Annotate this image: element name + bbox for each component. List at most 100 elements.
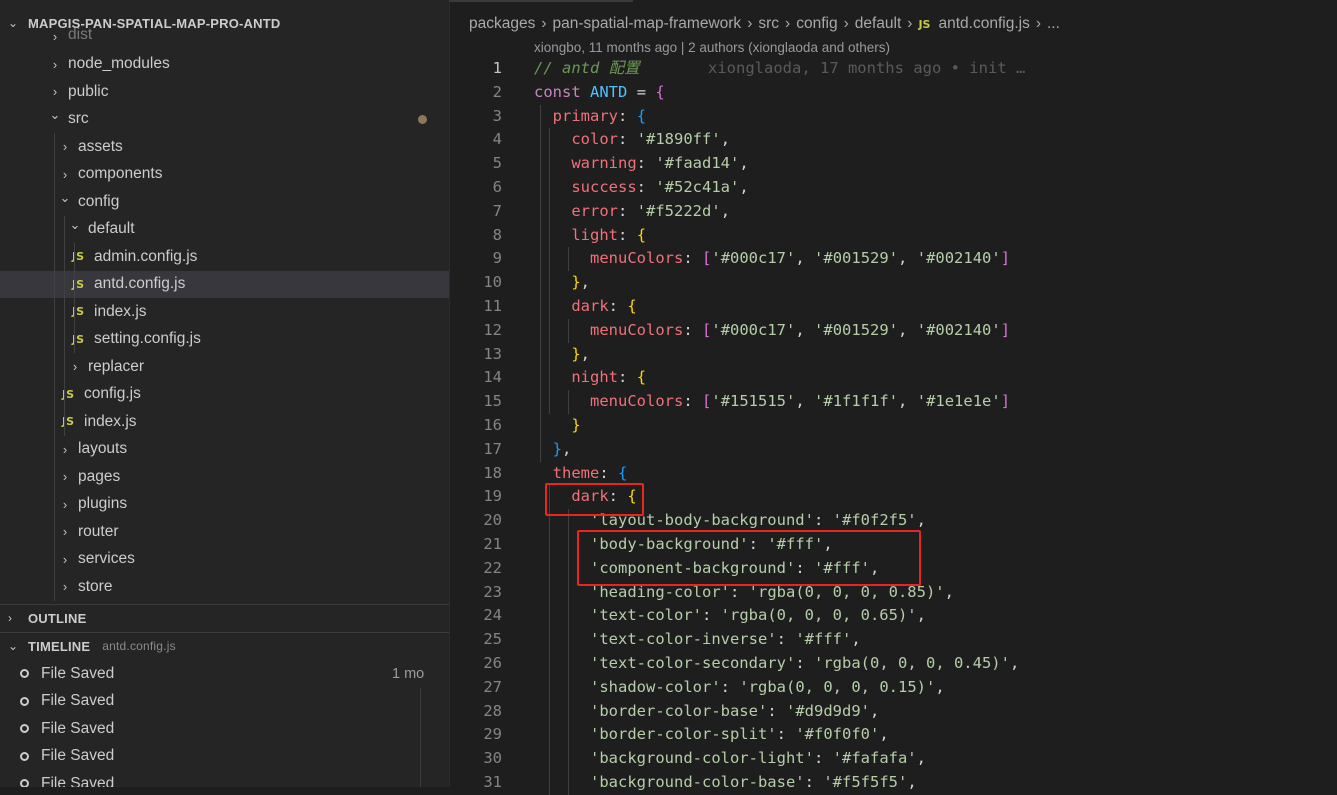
tree-item[interactable]: JS index.js bbox=[0, 298, 449, 325]
code-line[interactable]: 6 success: '#52c41a', bbox=[450, 176, 1337, 200]
code-line-text: 'text-color-inverse': '#fff', bbox=[590, 630, 861, 649]
code-line[interactable]: 9 menuColors: ['#000c17', '#001529', '#0… bbox=[450, 247, 1337, 271]
timeline-entry-label: File Saved bbox=[41, 719, 115, 737]
code-line[interactable]: 25 'text-color-inverse': '#fff', bbox=[450, 628, 1337, 652]
tab-indicator bbox=[449, 0, 633, 2]
line-number: 28 bbox=[483, 701, 502, 720]
tree-item[interactable]: JS index.js bbox=[0, 408, 449, 435]
code-line-text: 'shadow-color': 'rgba(0, 0, 0, 0.15)', bbox=[590, 677, 945, 696]
chevron-right-icon: › bbox=[62, 551, 68, 567]
tree-item[interactable]: JS config.js bbox=[0, 381, 449, 408]
code-line[interactable]: 7 error: '#f5222d', bbox=[450, 200, 1337, 224]
line-number: 16 bbox=[483, 415, 502, 434]
code-line[interactable]: 1 // antd 配置 xionglaoda, 17 months ago • i… bbox=[450, 57, 1337, 81]
code-editor[interactable]: 1 // antd 配置 xionglaoda, 17 months ago • i… bbox=[450, 57, 1337, 795]
code-line[interactable]: 26 'text-color-secondary': 'rgba(0, 0, 0… bbox=[450, 652, 1337, 676]
chevron-right-icon: › bbox=[62, 496, 68, 512]
code-line-text: error: '#f5222d', bbox=[571, 201, 731, 220]
commit-circle-icon bbox=[20, 779, 29, 787]
code-line[interactable]: 16 } bbox=[450, 414, 1337, 438]
code-line[interactable]: 27 'shadow-color': 'rgba(0, 0, 0, 0.15)'… bbox=[450, 676, 1337, 700]
breadcrumb: packages › pan-spatial-map-framework › src › c… bbox=[469, 12, 1060, 36]
tree-item[interactable]: ⌄ config bbox=[0, 188, 449, 215]
indent-guide bbox=[74, 243, 75, 353]
code-line[interactable]: 8 light: { bbox=[450, 224, 1337, 248]
code-line-text: 'background-color-light': '#fafafa', bbox=[590, 749, 926, 768]
line-number: 30 bbox=[483, 749, 502, 768]
breadcrumb-item[interactable]: src bbox=[758, 15, 779, 33]
tree-item-label: replacer bbox=[88, 357, 144, 375]
line-number: 25 bbox=[483, 630, 502, 649]
tree-item[interactable]: JS setting.config.js bbox=[0, 326, 449, 353]
code-line[interactable]: 10 }, bbox=[450, 271, 1337, 295]
code-line[interactable]: 24 'text-color': 'rgba(0, 0, 0, 0.65)', bbox=[450, 604, 1337, 628]
breadcrumb-file[interactable]: antd.config.js bbox=[938, 15, 1029, 33]
tree-item[interactable]: › public bbox=[0, 78, 449, 105]
code-line[interactable]: 31 'background-color-base': '#f5f5f5', bbox=[450, 771, 1337, 795]
code-line[interactable]: 29 'border-color-split': '#f0f0f0', bbox=[450, 723, 1337, 747]
timeline-scroll-divider bbox=[420, 688, 421, 787]
timeline-header[interactable]: ⌄ TIMELINE antd.config.js bbox=[0, 632, 449, 659]
code-line[interactable]: 13 }, bbox=[450, 343, 1337, 367]
tree-item[interactable]: › pages bbox=[0, 463, 449, 490]
javascript-file-icon: JS bbox=[72, 332, 85, 346]
tree-item[interactable]: › services bbox=[0, 546, 449, 573]
tree-item[interactable]: › replacer bbox=[0, 353, 449, 380]
explorer-sidebar: ⌄ MAPGIS-PAN-SPATIAL-MAP-PRO-ANTD › dist ›… bbox=[0, 0, 449, 787]
modified-indicator-icon bbox=[418, 114, 427, 124]
tree-item-label: setting.config.js bbox=[94, 330, 201, 347]
breadcrumb-item[interactable]: config bbox=[796, 15, 837, 33]
timeline-entry[interactable]: File Saved bbox=[0, 770, 449, 787]
chevron-right-icon: › bbox=[62, 166, 68, 182]
indent-guide bbox=[568, 509, 570, 795]
code-line[interactable]: 2 const ANTD = { bbox=[450, 81, 1337, 105]
code-line[interactable]: 15 menuColors: ['#151515', '#1f1f1f', '#… bbox=[450, 390, 1337, 414]
timeline-entry[interactable]: File Saved bbox=[0, 688, 449, 715]
line-number: 7 bbox=[492, 201, 502, 220]
tree-item[interactable]: › layouts bbox=[0, 436, 449, 463]
javascript-file-icon: JS bbox=[62, 415, 75, 428]
tree-item[interactable]: › components bbox=[0, 161, 449, 188]
tree-item[interactable]: JS admin.config.js bbox=[0, 243, 449, 270]
code-line[interactable]: 17 }, bbox=[450, 438, 1337, 462]
outline-header[interactable]: › OUTLINE bbox=[0, 604, 449, 631]
code-line[interactable]: 4 color: '#1890ff', bbox=[450, 128, 1337, 152]
line-number: 18 bbox=[483, 463, 502, 482]
tree-item[interactable]: › node_modules bbox=[0, 51, 449, 78]
code-line-text: theme: { bbox=[552, 463, 628, 482]
code-line[interactable]: 14 night: { bbox=[450, 366, 1337, 390]
breadcrumb-ellipsis[interactable]: ... bbox=[1047, 15, 1060, 33]
tree-item[interactable]: › store bbox=[0, 573, 449, 600]
tree-item[interactable]: › dist bbox=[0, 24, 449, 44]
timeline-entry[interactable]: File Saved 1 mo bbox=[0, 660, 449, 687]
breadcrumb-item[interactable]: default bbox=[855, 15, 902, 33]
code-line[interactable]: 5 warning: '#faad14', bbox=[450, 152, 1337, 176]
code-line-text: menuColors: ['#151515', '#1f1f1f', '#1e1… bbox=[590, 392, 1011, 411]
line-number: 27 bbox=[483, 677, 502, 696]
code-line-text: } bbox=[571, 415, 581, 434]
tree-item[interactable]: › assets bbox=[0, 133, 449, 160]
tree-item-label: router bbox=[78, 522, 119, 540]
code-line[interactable]: 3 primary: { bbox=[450, 105, 1337, 129]
breadcrumb-item[interactable]: pan-spatial-map-framework bbox=[553, 15, 742, 33]
breadcrumb-item[interactable]: packages bbox=[469, 15, 535, 33]
line-number: 21 bbox=[483, 534, 502, 553]
indent-guide bbox=[568, 318, 570, 343]
tree-item[interactable]: › router bbox=[0, 518, 449, 545]
code-line[interactable]: 30 'background-color-light': '#fafafa', bbox=[450, 747, 1337, 771]
codelens-authors[interactable]: xiongbo, 11 months ago | 2 authors (xion… bbox=[534, 40, 890, 55]
code-line-text: }, bbox=[571, 344, 591, 363]
code-line[interactable]: 11 dark: { bbox=[450, 295, 1337, 319]
timeline-entry[interactable]: File Saved bbox=[0, 715, 449, 742]
tree-item[interactable]: ⌄ src bbox=[0, 106, 449, 133]
code-line[interactable]: 12 menuColors: ['#000c17', '#001529', '#… bbox=[450, 319, 1337, 343]
code-line[interactable]: 18 theme: { bbox=[450, 462, 1337, 486]
timeline-entry[interactable]: File Saved bbox=[0, 743, 449, 770]
tree-item[interactable]: › plugins bbox=[0, 491, 449, 518]
tree-item-label: node_modules bbox=[68, 55, 170, 72]
tree-item[interactable]: ⌄ default bbox=[0, 216, 449, 243]
code-line[interactable]: 28 'border-color-base': '#d9d9d9', bbox=[450, 700, 1337, 724]
tree-item[interactable]: JS antd.config.js bbox=[0, 270, 449, 298]
tree-item-label: pages bbox=[78, 467, 121, 485]
chevron-right-icon: › bbox=[747, 15, 753, 32]
